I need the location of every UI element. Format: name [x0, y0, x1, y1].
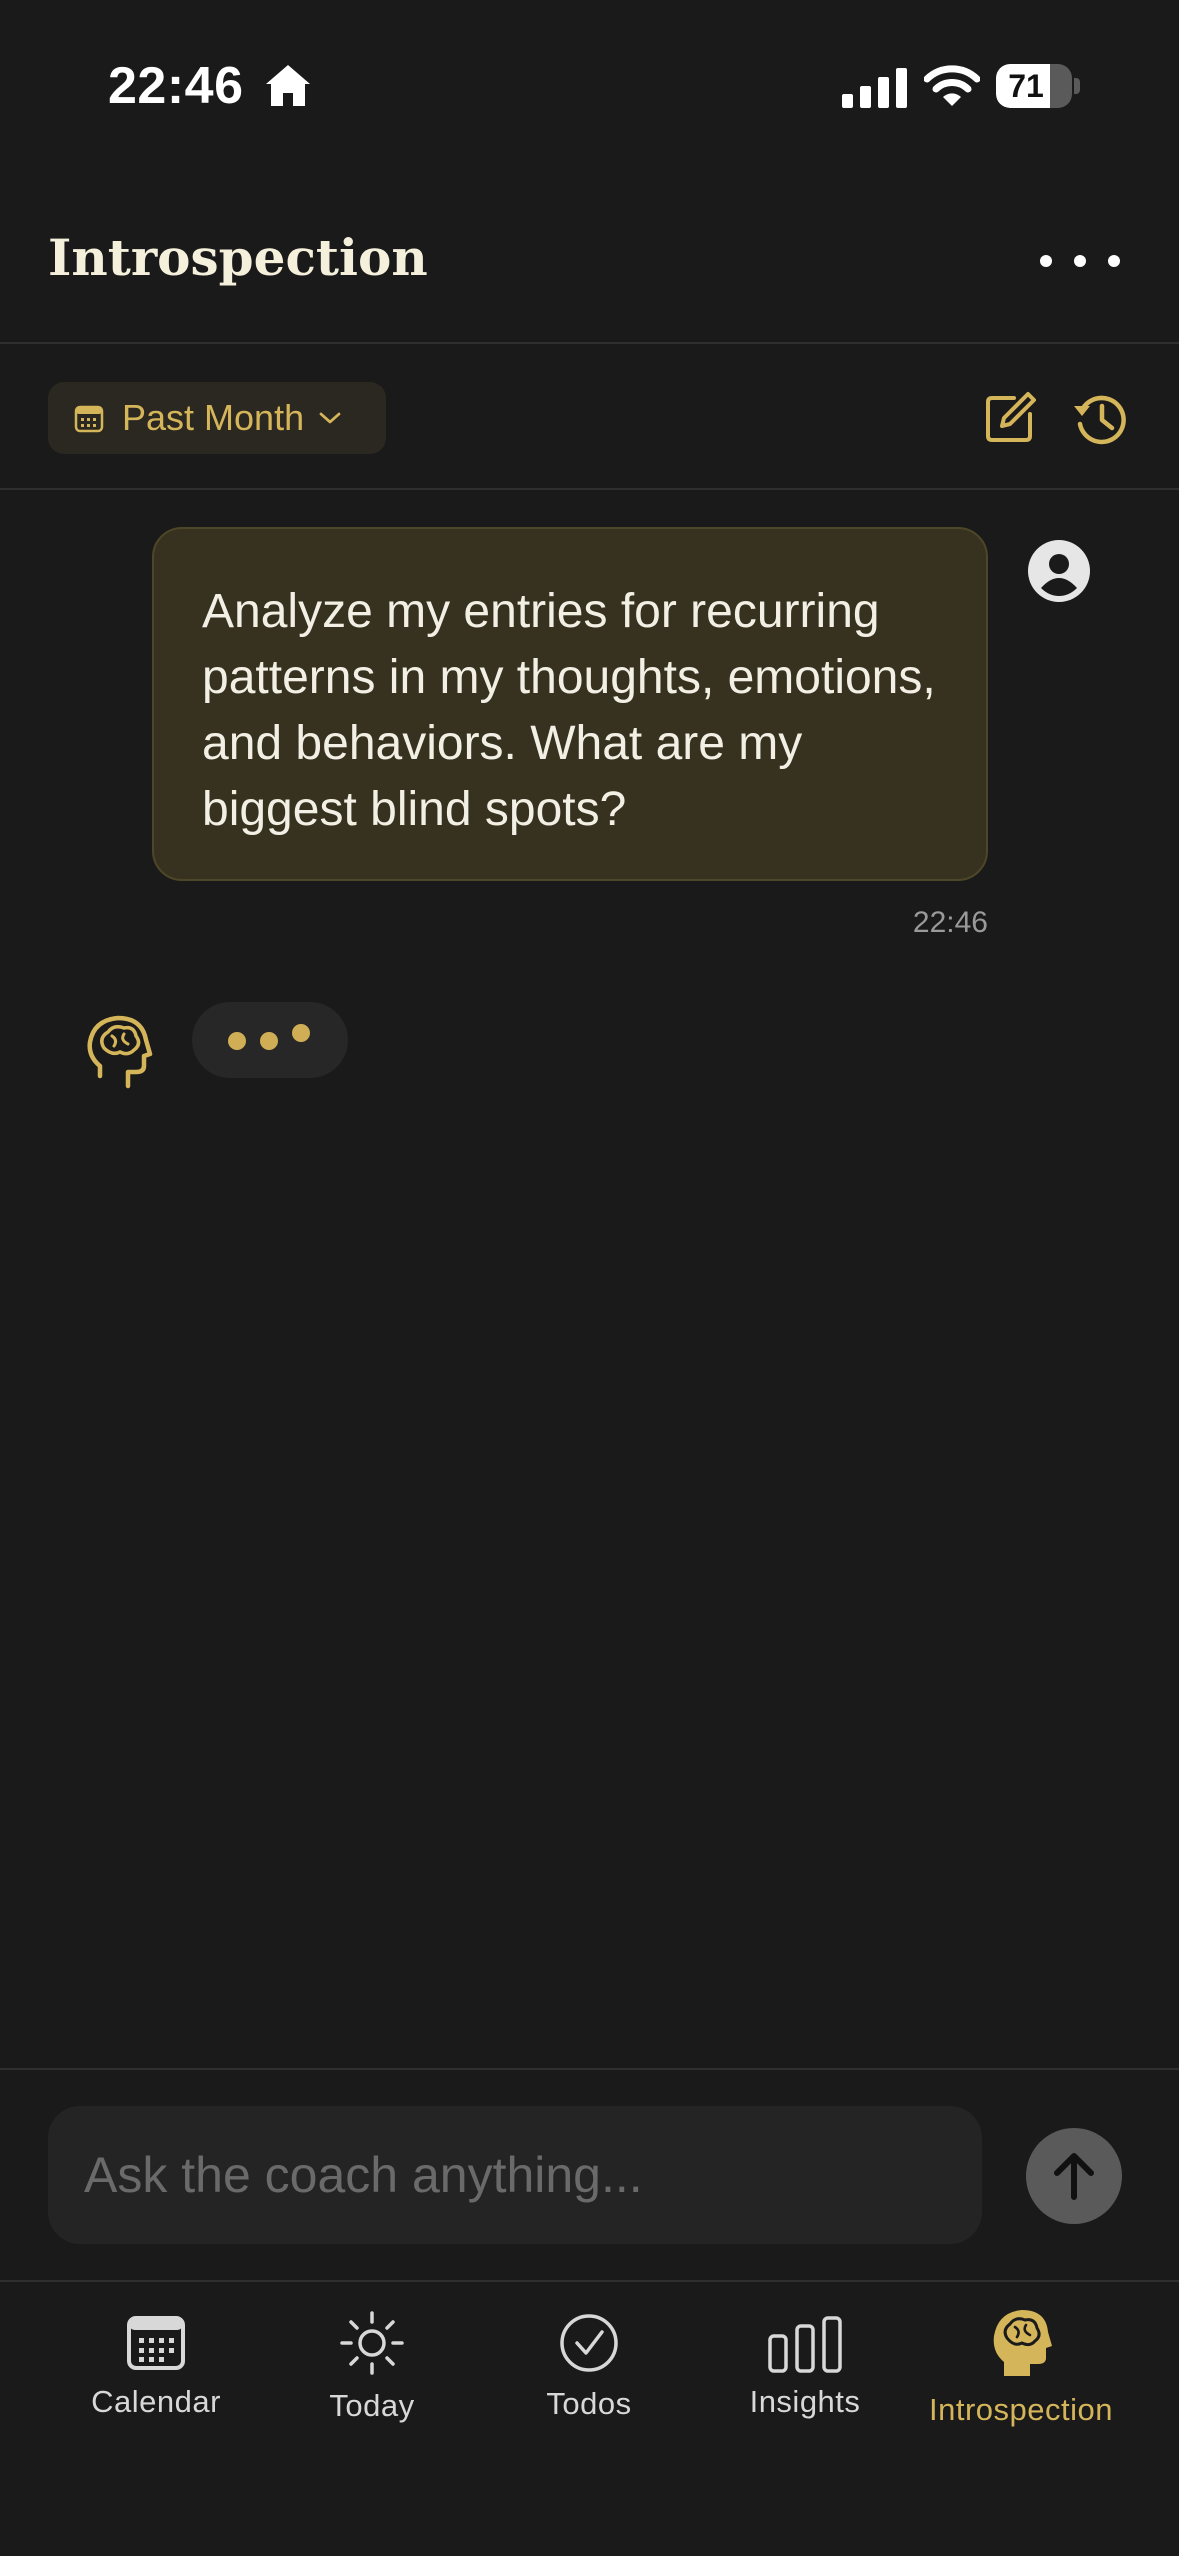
header-divider: [0, 342, 1179, 344]
check-circle-icon: [560, 2314, 618, 2372]
tabbar-divider: [0, 2280, 1179, 2282]
sun-icon: [340, 2311, 404, 2375]
dot: [1074, 255, 1086, 267]
typing-dot: [260, 1032, 278, 1050]
tab-label: Calendar: [91, 2384, 221, 2419]
date-range-label: Past Month: [122, 397, 305, 438]
tab-insights[interactable]: Insights: [697, 2300, 913, 2460]
coach-brain-head-icon: [87, 1015, 153, 1089]
more-options-button[interactable]: [1040, 236, 1120, 286]
home-icon: [266, 65, 310, 106]
tab-label: Insights: [749, 2384, 861, 2419]
tab-label: Today: [329, 2388, 415, 2423]
send-button[interactable]: [1026, 2128, 1122, 2224]
tab-introspection[interactable]: Introspection: [913, 2300, 1129, 2460]
dot: [1040, 255, 1052, 267]
ask-coach-input[interactable]: [48, 2106, 982, 2244]
tab-label: Introspection: [929, 2392, 1113, 2427]
calendar-small-icon: [74, 405, 104, 433]
signal-icon: [842, 68, 907, 108]
arrow-up-icon: [1054, 2153, 1094, 2200]
tab-calendar[interactable]: Calendar: [48, 2300, 264, 2460]
filter-divider: [0, 488, 1179, 490]
typing-indicator: [192, 1002, 348, 1078]
tab-todos[interactable]: Todos: [481, 2300, 697, 2460]
wifi-icon: [924, 65, 980, 106]
new-chat-icon[interactable]: [982, 390, 1038, 446]
composer-divider: [0, 2068, 1179, 2070]
brain-head-icon: [993, 2310, 1052, 2376]
bar-chart-icon: [768, 2316, 842, 2373]
dot: [1108, 255, 1120, 267]
user-avatar-icon: [1028, 540, 1090, 602]
typing-dot: [228, 1032, 246, 1050]
status-time: 22:46: [108, 57, 244, 115]
battery-indicator: 71: [996, 64, 1080, 108]
date-range-dropdown[interactable]: Past Month: [48, 382, 386, 454]
chevron-down-icon: [319, 412, 341, 424]
user-message-bubble: Analyze my entries for recurring pattern…: [152, 527, 988, 881]
page-title: Introspection: [48, 228, 428, 287]
calendar-icon: [127, 2316, 185, 2370]
history-icon[interactable]: [1070, 388, 1130, 448]
typing-dot: [292, 1024, 310, 1042]
tab-today[interactable]: Today: [264, 2300, 480, 2460]
tab-label: Todos: [546, 2386, 632, 2421]
message-timestamp: 22:46: [912, 906, 988, 939]
